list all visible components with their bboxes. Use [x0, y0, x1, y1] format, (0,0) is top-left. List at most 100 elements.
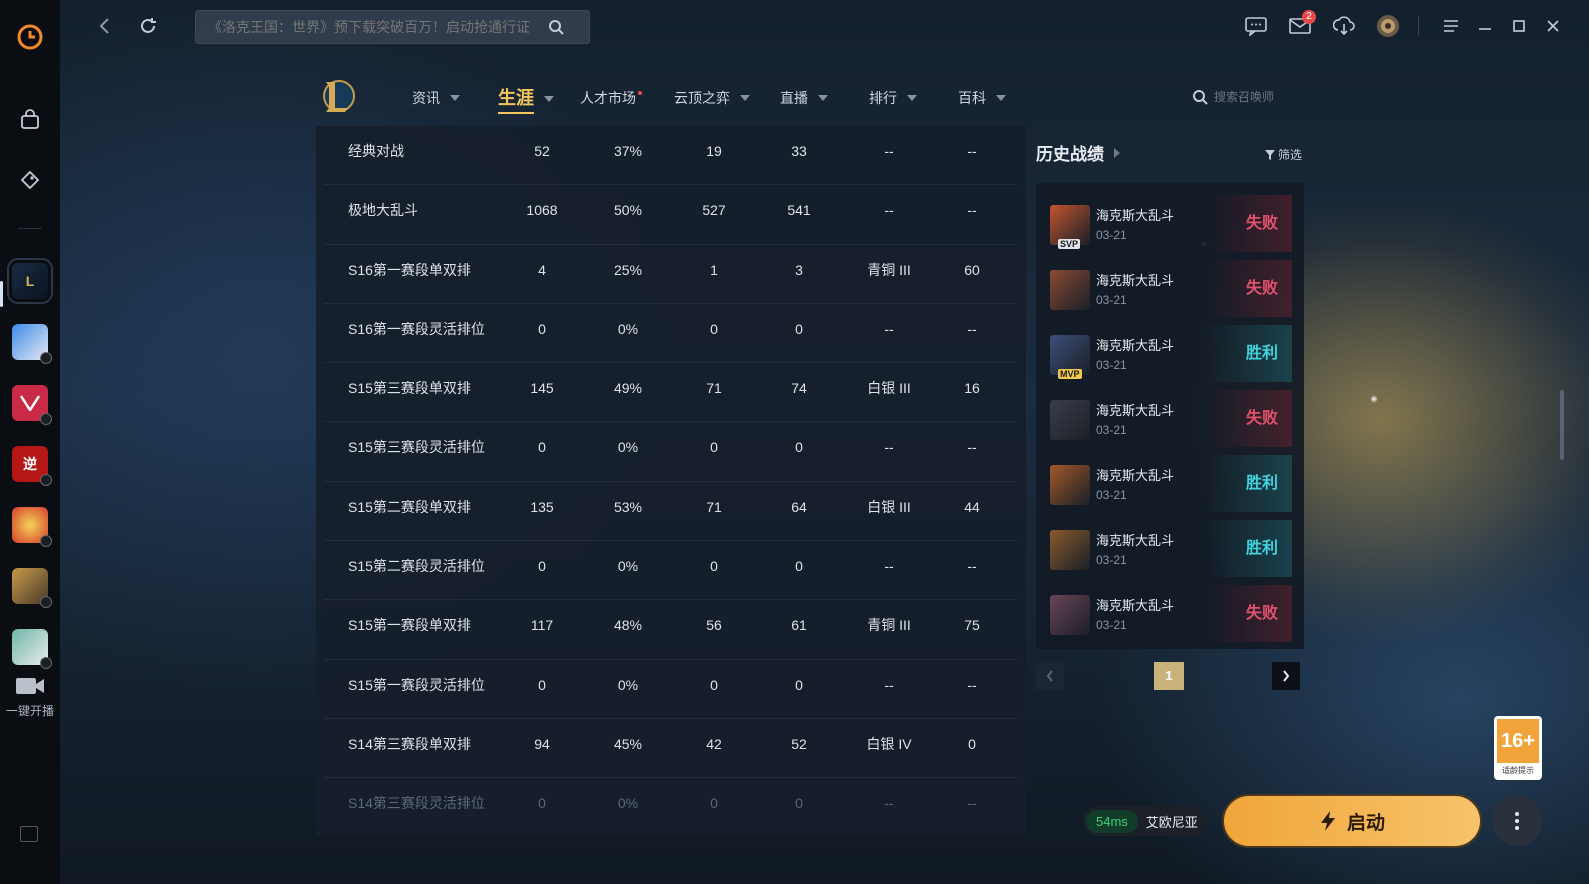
stat-cell: 0 — [968, 735, 976, 752]
minimize-icon[interactable] — [1469, 12, 1501, 40]
table-row: S15第二赛段灵活排位 0 0% 0 0 -- -- — [324, 541, 1018, 601]
nav-news[interactable]: 资讯 — [412, 88, 460, 108]
ping-value: 54ms — [1086, 809, 1138, 833]
prev-page-button[interactable] — [1036, 662, 1064, 690]
match-item[interactable]: MVP 海克斯大乱斗 03-21 胜利 — [1048, 325, 1292, 382]
stat-cell: 白银 IV — [866, 735, 912, 752]
more-vertical-icon — [1515, 812, 1519, 830]
refresh-icon[interactable] — [136, 14, 160, 38]
stat-cell: 0% — [617, 320, 639, 337]
stat-cell: 74 — [791, 380, 807, 397]
history-title[interactable]: 历史战绩 — [1036, 140, 1304, 165]
match-item[interactable]: 海克斯大乱斗 03-21 胜利 — [1048, 455, 1292, 512]
nav-ranking[interactable]: 排行 — [869, 88, 917, 108]
stat-cell: 0 — [538, 558, 546, 575]
page-number[interactable]: 1 — [1154, 662, 1184, 690]
page-scrollbar[interactable] — [1560, 390, 1564, 460]
game-mode-cell: S15第一赛段灵活排位 — [348, 676, 485, 693]
game-mode-cell: S16第一赛段单双排 — [348, 261, 471, 278]
stat-cell: 0 — [795, 795, 803, 812]
game-league-of-legends[interactable]: L — [7, 258, 53, 304]
match-date: 03-21 — [1096, 488, 1127, 502]
lightning-icon — [1320, 811, 1335, 831]
top-bar: 2 — [60, 0, 1589, 52]
stat-cell: 117 — [530, 617, 554, 634]
game-4[interactable]: 逆 — [12, 446, 52, 486]
game-valorant[interactable] — [12, 385, 52, 425]
search-icon[interactable] — [548, 19, 564, 35]
game-2[interactable] — [12, 324, 52, 364]
stat-cell: 49% — [613, 380, 643, 397]
match-item[interactable]: 海克斯大乱斗 03-21 失败 — [1048, 585, 1292, 642]
launch-button[interactable]: 启动 — [1222, 794, 1482, 848]
next-page-button[interactable] — [1272, 662, 1300, 690]
nav-wiki[interactable]: 百科 — [958, 88, 1006, 108]
stat-cell: -- — [884, 558, 894, 575]
stat-cell: 0% — [617, 558, 639, 575]
close-icon[interactable] — [1537, 12, 1569, 40]
table-row: S15第二赛段单双排 135 53% 71 64 白银 III 44 — [324, 482, 1018, 542]
table-row: 经典对战 52 37% 19 33 -- -- — [324, 126, 1018, 186]
back-icon[interactable] — [92, 14, 116, 38]
game-mode-cell: S14第三赛段灵活排位 — [348, 795, 485, 812]
app-logo-icon[interactable] — [13, 20, 47, 54]
stat-cell: 0 — [538, 795, 546, 812]
stat-cell: 75 — [964, 617, 980, 634]
nav-career[interactable]: 生涯 — [498, 84, 554, 114]
nav-tft[interactable]: 云顶之弈 — [674, 88, 750, 108]
active-indicator — [0, 281, 3, 307]
stat-cell: 青铜 III — [867, 617, 911, 634]
match-item[interactable]: 海克斯大乱斗 03-21 胜利 — [1048, 520, 1292, 577]
chat-icon[interactable] — [1240, 12, 1272, 40]
tag-icon[interactable] — [10, 160, 50, 200]
stat-cell: 0 — [710, 439, 718, 456]
chevron-right-icon — [1114, 147, 1120, 158]
stat-cell: 4 — [538, 261, 546, 278]
table-row: S15第三赛段灵活排位 0 0% 0 0 -- -- — [324, 422, 1018, 482]
more-options-button[interactable] — [1492, 796, 1542, 846]
filter-button[interactable]: 筛选 — [1264, 146, 1302, 163]
career-stats-table: 经典对战 52 37% 19 33 -- -- 极地大乱斗 1068 50% 527 541 -- -- S… — [316, 126, 1026, 836]
match-item[interactable]: 海克斯大乱斗 03-21 失败 — [1048, 260, 1292, 317]
game-mode-cell: S15第一赛段单双排 — [348, 617, 471, 634]
summoner-search[interactable]: 搜索召唤师 — [1192, 88, 1274, 105]
mail-badge: 2 — [1302, 10, 1316, 24]
stat-cell: 33 — [791, 143, 807, 159]
stream-button[interactable]: 一键开播 — [0, 676, 60, 719]
user-avatar[interactable] — [1372, 12, 1404, 40]
stat-cell: 37% — [613, 143, 643, 159]
table-row: S14第三赛段单双排 94 45% 42 52 白银 IV 0 — [324, 719, 1018, 779]
table-row: S15第三赛段单双排 145 49% 71 74 白银 III 16 — [324, 363, 1018, 423]
store-bag-icon[interactable] — [10, 100, 50, 140]
collapse-sidebar-icon[interactable] — [20, 826, 38, 842]
match-mode: 海克斯大乱斗 — [1096, 273, 1175, 288]
stat-cell: -- — [884, 202, 894, 219]
game-7[interactable] — [12, 629, 52, 669]
match-item[interactable]: 海克斯大乱斗 03-21 失败 — [1048, 390, 1292, 447]
stat-cell: 白银 III — [867, 380, 911, 397]
nav-talent-market[interactable]: 人才市场 — [580, 88, 642, 108]
download-manager-icon[interactable] — [1328, 12, 1360, 40]
top-search-bar[interactable] — [195, 10, 590, 44]
stat-cell: 94 — [534, 735, 550, 752]
nav-live[interactable]: 直播 — [780, 88, 828, 108]
top-search-input[interactable] — [208, 19, 548, 35]
stat-cell: 135 — [530, 498, 554, 515]
menu-icon[interactable] — [1435, 12, 1467, 40]
champion-avatar — [1050, 270, 1090, 310]
match-date: 03-21 — [1096, 293, 1127, 307]
game-5[interactable] — [12, 507, 52, 547]
server-selector[interactable]: 54ms 艾欧尼亚 — [1083, 806, 1206, 836]
maximize-icon[interactable] — [1503, 12, 1535, 40]
table-row: 极地大乱斗 1068 50% 527 541 -- -- — [324, 185, 1018, 245]
match-item[interactable]: SVP 海克斯大乱斗 03-21 失败 — [1048, 195, 1292, 252]
game-6[interactable] — [12, 568, 52, 608]
stat-cell: -- — [884, 439, 894, 456]
match-tag: SVP — [1058, 239, 1081, 249]
table-row: S15第一赛段灵活排位 0 0% 0 0 -- -- — [324, 660, 1018, 719]
stat-cell: 0 — [538, 676, 546, 693]
stat-cell: 1068 — [526, 202, 558, 219]
mail-icon[interactable]: 2 — [1284, 10, 1316, 40]
champion-avatar — [1050, 530, 1090, 570]
lol-logo-icon[interactable] — [318, 76, 358, 116]
